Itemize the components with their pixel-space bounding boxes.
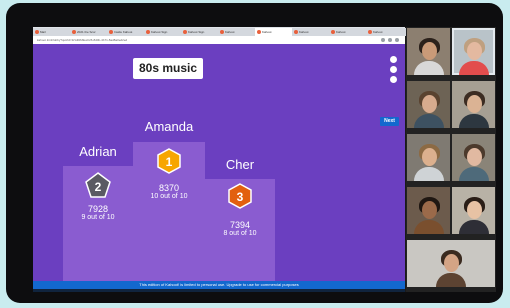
place-number: 2 — [95, 180, 102, 194]
participant-shoulders — [413, 220, 444, 234]
podium-name-second: Adrian — [79, 144, 117, 159]
tab-label: Kahoot — [299, 30, 309, 34]
quiz-title: 80s music — [133, 58, 203, 79]
participant-face — [466, 201, 482, 219]
license-banner: This edition of Kahoot! is limited to pe… — [33, 281, 405, 289]
podium-score: 7928 — [87, 204, 109, 214]
participant-face — [421, 95, 437, 113]
tab-label: Inside Kahoot — [114, 30, 133, 34]
participant-video-tile[interactable] — [452, 81, 495, 128]
participant-shoulders — [458, 220, 489, 234]
settings-icon[interactable] — [390, 56, 397, 63]
extension-icon[interactable] — [381, 38, 385, 42]
tab-favicon-icon — [146, 30, 150, 34]
participant-shoulders — [413, 167, 444, 181]
taskbar — [33, 289, 405, 292]
participant-video-tile[interactable] — [407, 240, 495, 287]
participant-video-tile[interactable] — [407, 81, 450, 128]
tab-label: Kahoot — [262, 30, 272, 34]
participant-shoulders — [458, 114, 489, 128]
tab-label: Kahoot Sign — [151, 30, 168, 34]
podium-name-first: Amanda — [144, 119, 194, 134]
kahoot-stage: 80s music Next Adrian 2 7928 9 out of 10… — [33, 44, 405, 282]
participant-face — [444, 254, 459, 272]
browser-tab-strip: Mail 2021 the Scor Inside Kahoot Kahoot … — [33, 27, 410, 36]
podium-score: 8370 — [158, 183, 180, 193]
menu-icon[interactable] — [395, 38, 399, 42]
participant-shoulders — [436, 273, 466, 287]
podium-second: 2 7928 9 out of 10 — [63, 166, 133, 282]
tab-favicon-icon — [331, 30, 335, 34]
podium-third: 3 7394 8 out of 10 — [205, 179, 275, 282]
tab-favicon-icon — [35, 30, 39, 34]
tab-label: Mail — [40, 30, 46, 34]
participant-shoulders — [458, 167, 489, 181]
participant-face — [466, 148, 482, 166]
url-text: kahoot.it/v2/lobby?quizId=9/1db8d9e2c26-… — [37, 38, 128, 42]
tab-label: Kahoot — [373, 30, 383, 34]
podium-first: 1 8370 10 out of 10 — [133, 142, 205, 282]
place-number: 3 — [237, 190, 244, 204]
participant-face — [421, 201, 437, 219]
participant-video-tile[interactable] — [407, 134, 450, 181]
sound-icon[interactable] — [390, 66, 397, 73]
tab-favicon-icon — [220, 30, 224, 34]
tab-favicon-icon — [294, 30, 298, 34]
screen: Mail 2021 the Scor Inside Kahoot Kahoot … — [33, 27, 496, 292]
tab-label: Kahoot Sign — [188, 30, 205, 34]
tablet-frame: Mail 2021 the Scor Inside Kahoot Kahoot … — [6, 3, 503, 303]
participant-video-tile[interactable] — [452, 28, 495, 75]
participant-video-tile[interactable] — [407, 187, 450, 234]
participant-face — [421, 148, 437, 166]
browser-tab[interactable]: Kahoot — [366, 28, 410, 36]
participant-video-tile[interactable] — [452, 187, 495, 234]
tab-favicon-icon — [368, 30, 372, 34]
tab-favicon-icon — [183, 30, 187, 34]
participant-face — [466, 42, 482, 60]
tab-favicon-icon — [72, 30, 76, 34]
podium-correct-count: 10 out of 10 — [150, 193, 188, 200]
tab-label: Kahoot — [336, 30, 346, 34]
participant-shoulders — [458, 61, 489, 75]
tab-favicon-icon — [257, 30, 261, 34]
podium-correct-count: 9 out of 10 — [81, 214, 115, 221]
pentagon-badge-icon: 2 — [85, 172, 111, 198]
place-number: 1 — [166, 155, 173, 169]
fullscreen-icon[interactable] — [390, 76, 397, 83]
tab-favicon-icon — [109, 30, 113, 34]
podium-score: 7394 — [229, 220, 251, 230]
tab-label: 2021 the Scor — [77, 30, 96, 34]
video-gallery — [406, 27, 496, 292]
hexagon-badge-icon: 1 — [157, 148, 181, 174]
podium-name-third: Cher — [225, 157, 255, 172]
participant-video-tile[interactable] — [452, 134, 495, 181]
participant-face — [466, 95, 482, 113]
participant-face — [421, 42, 437, 60]
participant-shoulders — [413, 114, 444, 128]
profile-icon[interactable] — [388, 38, 392, 42]
participant-video-tile[interactable] — [407, 28, 450, 75]
podium-correct-count: 8 out of 10 — [223, 230, 257, 237]
hexagon-badge-icon: 3 — [228, 183, 252, 209]
tab-label: Kahoot — [225, 30, 235, 34]
next-button[interactable]: Next — [380, 117, 399, 126]
participant-shoulders — [413, 61, 444, 75]
